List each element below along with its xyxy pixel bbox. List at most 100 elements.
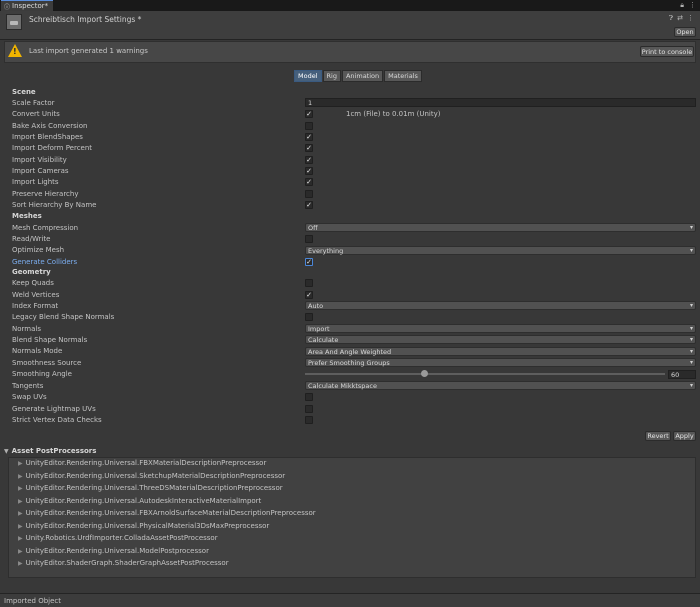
smoothing-angle-handle[interactable] [421, 370, 429, 377]
lightmap-uvs-checkbox[interactable] [305, 405, 313, 413]
tab-model[interactable]: Model [294, 70, 322, 82]
list-item[interactable]: ▶ UnityEditor.Rendering.Universal.Sketchu… [18, 472, 316, 480]
import-deform-label: Import Deform Percent [12, 144, 93, 152]
post-processors-heading: Asset PostProcessors [11, 447, 97, 455]
generate-colliders-checkbox[interactable]: ✓ [305, 258, 313, 266]
mesh-compression-label: Mesh Compression [12, 224, 79, 232]
import-blendshapes-checkbox[interactable]: ✓ [305, 133, 313, 141]
chevron-down-icon: ▾ [689, 336, 693, 343]
normals-mode-dropdown[interactable]: Area And Angle Weighted ▾ [305, 347, 696, 356]
tangents-dropdown[interactable]: Calculate Mikktspace ▾ [305, 381, 696, 390]
list-item[interactable]: ▶ UnityEditor.Rendering.Universal.ModelPo… [18, 547, 316, 555]
list-item[interactable]: ▶ UnityEditor.Rendering.Universal.Autodes… [18, 497, 316, 505]
import-cameras-checkbox[interactable]: ✓ [305, 167, 313, 175]
smoothness-source-dropdown[interactable]: Prefer Smoothing Groups ▾ [305, 358, 696, 367]
chevron-down-icon: ▾ [689, 348, 693, 355]
blend-shape-normals-dropdown[interactable]: Calculate ▾ [305, 335, 696, 344]
convert-units-label: Convert Units [12, 110, 60, 118]
apply-button[interactable]: Apply [673, 431, 696, 441]
lock-icon[interactable]: 🔒︎ [680, 1, 684, 10]
swap-uvs-checkbox[interactable] [305, 393, 313, 401]
tangents-label: Tangents [12, 382, 44, 390]
smoothing-angle-slider[interactable] [305, 373, 665, 375]
tab-rig[interactable]: Rig [322, 70, 341, 82]
list-item[interactable]: ▶ UnityEditor.Rendering.Universal.ThreeDS… [18, 484, 316, 492]
read-write-label: Read/Write [12, 235, 51, 243]
optimize-mesh-dropdown[interactable]: Everything ▾ [305, 246, 696, 255]
warning-icon: ! [8, 44, 22, 57]
scale-factor-input[interactable]: 1 [305, 98, 696, 107]
kebab-icon[interactable]: ⋮ [689, 1, 696, 10]
legacy-blend-checkbox[interactable] [305, 313, 313, 321]
normals-mode-label: Normals Mode [12, 347, 63, 355]
smoothing-angle-input[interactable]: 60 [668, 370, 696, 379]
bake-axis-checkbox[interactable] [305, 122, 313, 130]
keep-quads-checkbox[interactable] [305, 279, 313, 287]
triangle-right-icon: ▶ [18, 547, 23, 555]
list-item-label: UnityEditor.Rendering.Universal.Sketchup… [25, 471, 286, 480]
preserve-hierarchy-checkbox[interactable] [305, 190, 313, 198]
list-item-label: UnityEditor.Rendering.Universal.FBXArnol… [25, 509, 316, 517]
post-processors-foldout[interactable]: ▼ Asset PostProcessors [4, 447, 96, 455]
import-visibility-checkbox[interactable]: ✓ [305, 156, 313, 164]
settings-icon[interactable]: ⇄ [677, 14, 683, 23]
strict-vertex-checkbox[interactable] [305, 416, 313, 424]
smoothness-source-label: Smoothness Source [12, 359, 82, 367]
tab-materials[interactable]: Materials [384, 70, 422, 82]
triangle-right-icon: ▶ [18, 535, 23, 542]
list-item-label: UnityEditor.Rendering.Universal.Physical… [25, 521, 270, 530]
sort-hierarchy-checkbox[interactable]: ✓ [305, 201, 313, 209]
normals-label: Normals [12, 325, 41, 333]
optimize-mesh-label: Optimize Mesh [12, 246, 65, 254]
triangle-right-icon: ▶ [18, 497, 23, 505]
mesh-compression-dropdown[interactable]: Off ▾ [305, 223, 696, 232]
preserve-hierarchy-label: Preserve Hierarchy [12, 190, 79, 198]
index-format-dropdown[interactable]: Auto ▾ [305, 301, 696, 310]
import-lights-label: Import Lights [12, 178, 59, 186]
convert-units-note: 1cm (File) to 0.01m (Unity) [346, 110, 441, 118]
normals-mode-value: Area And Angle Weighted [308, 347, 392, 356]
tab-inspector[interactable]: ⓘ Inspector* [1, 0, 53, 11]
convert-units-checkbox[interactable]: ✓ [305, 110, 313, 118]
list-item-label: UnityEditor.Rendering.Universal.ModelPos… [25, 546, 209, 555]
list-item-label: UnityEditor.Rendering.Universal.Autodesk… [25, 496, 262, 505]
list-item[interactable]: ▶ UnityEditor.Rendering.Universal.Physica… [18, 522, 316, 530]
warning-text: Last import generated 1 warnings [29, 47, 148, 55]
revert-button[interactable]: Revert [645, 431, 671, 441]
index-format-value: Auto [308, 301, 324, 310]
swap-uvs-label: Swap UVs [12, 393, 47, 401]
list-item[interactable]: ▶ UnityEditor.ShaderGraph.ShaderGraphAsse… [18, 559, 316, 567]
model-asset-icon [6, 14, 22, 30]
tangents-value: Calculate Mikktspace [308, 381, 377, 390]
list-item[interactable]: ▶ UnityEditor.Rendering.Universal.FBXArno… [18, 509, 316, 517]
scale-factor-label: Scale Factor [12, 99, 55, 107]
list-item[interactable]: ▶ Unity.Robotics.UrdfImporter.ColladaAsse… [18, 534, 316, 542]
triangle-right-icon: ▶ [18, 485, 23, 492]
triangle-right-icon: ▶ [18, 560, 23, 567]
open-button[interactable]: Open [674, 27, 696, 37]
print-to-console-button[interactable]: Print to console [640, 46, 694, 57]
triangle-right-icon: ▶ [18, 472, 23, 480]
import-lights-checkbox[interactable]: ✓ [305, 178, 313, 186]
list-item[interactable]: ▶ UnityEditor.Rendering.Universal.FBXMate… [18, 459, 316, 467]
importer-tabs: Model Rig Animation Materials [294, 70, 422, 82]
tab-animation[interactable]: Animation [341, 70, 384, 82]
normals-dropdown[interactable]: Import ▾ [305, 324, 696, 333]
preview-bar[interactable] [0, 593, 700, 607]
weld-vertices-checkbox[interactable]: ✓ [305, 291, 313, 299]
list-item-label: Unity.Robotics.UrdfImporter.ColladaAsset… [25, 534, 218, 542]
list-item-label: UnityEditor.Rendering.Universal.FBXMater… [25, 459, 267, 467]
help-icon[interactable]: ❓︎ [669, 14, 673, 23]
triangle-right-icon: ▶ [18, 510, 23, 517]
info-icon: ⓘ [4, 3, 11, 11]
generate-colliders-label: Generate Colliders [12, 258, 78, 266]
smoothness-source-value: Prefer Smoothing Groups [308, 358, 390, 367]
read-write-checkbox[interactable] [305, 235, 313, 243]
more-icon[interactable]: ⋮ [687, 14, 694, 23]
strict-vertex-label: Strict Vertex Data Checks [12, 416, 102, 424]
inspector-window: ⓘ Inspector* 🔒︎ ⋮ Schreibtisch Import Se… [0, 0, 700, 607]
blend-shape-normals-value: Calculate [308, 335, 339, 344]
chevron-down-icon: ▾ [689, 302, 693, 309]
import-visibility-label: Import Visibility [12, 156, 67, 164]
import-deform-checkbox[interactable]: ✓ [305, 144, 313, 152]
